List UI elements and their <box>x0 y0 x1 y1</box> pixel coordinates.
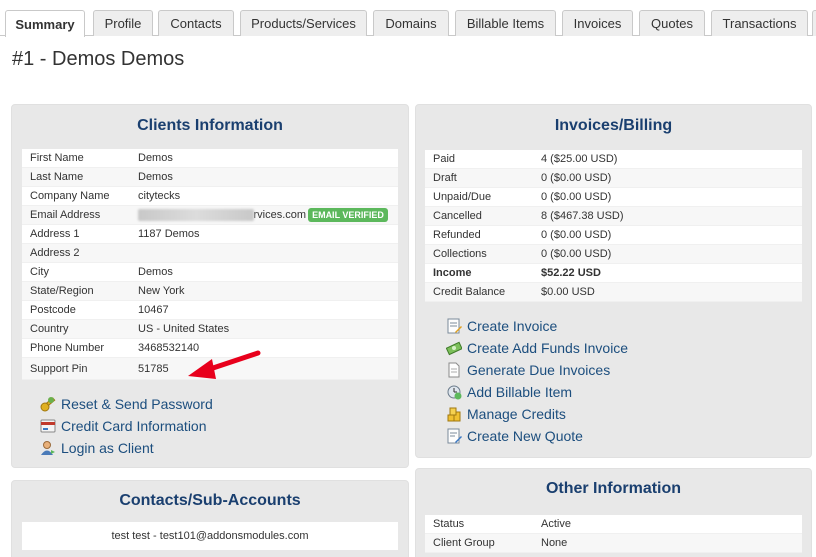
page-title: #1 - Demos Demos <box>12 48 185 70</box>
invoices-billing-table: Paid 4 ($25.00 USD) Draft 0 ($0.00 USD) Un… <box>425 150 802 302</box>
tab-contacts[interactable]: Contacts <box>158 10 234 36</box>
other-information-table: Status Active Client Group None <box>425 515 802 553</box>
table-row: State/Region New York <box>22 282 398 301</box>
tab-summary[interactable]: Summary <box>5 10 85 37</box>
other-information-title: Other Information <box>545 480 682 497</box>
tab-quotes[interactable]: Quotes <box>639 10 705 36</box>
table-row: Status Active <box>425 515 802 534</box>
create-add-funds-invoice-label: Create Add Funds Invoice <box>467 340 629 356</box>
email-verified-badge: EMAIL VERIFIED <box>308 208 388 222</box>
create-new-quote-label: Create New Quote <box>467 428 583 444</box>
coins-icon <box>446 406 462 422</box>
tab-transactions[interactable]: Transactions <box>711 10 808 36</box>
invoices-billing-panel: Invoices/Billing Paid 4 ($25.00 USD) Draf… <box>415 104 812 458</box>
create-invoice-link[interactable]: Create Invoice <box>446 315 628 337</box>
table-row: Cancelled 8 ($467.38 USD) <box>425 207 802 226</box>
tab-domains[interactable]: Domains <box>373 10 449 36</box>
generate-due-invoices-link[interactable]: Generate Due Invoices <box>446 359 628 381</box>
table-row: Last Name Demos <box>22 168 398 187</box>
red-arrow-icon <box>188 350 261 379</box>
table-row: Address 1 1187 Demos <box>22 225 398 244</box>
login-as-client-label: Login as Client <box>61 440 154 456</box>
table-row: Credit Balance $0.00 USD <box>425 283 802 302</box>
add-billable-item-link[interactable]: Add Billable Item <box>446 381 628 403</box>
table-row: Company Name citytecks <box>22 187 398 206</box>
create-invoice-label: Create Invoice <box>467 318 558 334</box>
tab-invoices[interactable]: Invoices <box>562 10 633 36</box>
table-row: Unpaid/Due 0 ($0.00 USD) <box>425 188 802 207</box>
table-row: Collections 0 ($0.00 USD) <box>425 245 802 264</box>
reset-send-password-link[interactable]: Reset & Send Password <box>40 393 213 415</box>
table-row: Country US - United States <box>22 320 398 339</box>
tab-overflow[interactable] <box>812 10 816 36</box>
add-billable-item-label: Add Billable Item <box>467 384 573 400</box>
table-row: Draft 0 ($0.00 USD) <box>425 169 802 188</box>
create-add-funds-invoice-link[interactable]: Create Add Funds Invoice <box>445 337 629 359</box>
tab-products-services[interactable]: Products/Services <box>240 10 367 36</box>
invoice-icon <box>446 318 462 334</box>
generate-due-invoices-label: Generate Due Invoices <box>467 362 611 378</box>
contact-item[interactable]: test test - test101@addonsmodules.com <box>22 522 398 550</box>
create-new-quote-link[interactable]: Create New Quote <box>446 425 628 447</box>
table-row: Address 2 <box>22 244 398 263</box>
client-actions: Reset & Send Password Credit Card Inform… <box>40 393 213 459</box>
table-row: City Demos <box>22 263 398 282</box>
contacts-panel: Contacts/Sub-Accounts test test - test10… <box>11 480 409 557</box>
clients-information-table: First Name Demos Last Name Demos Company N… <box>22 149 398 380</box>
table-row: First Name Demos <box>22 149 398 168</box>
document-icon <box>446 362 462 378</box>
user-login-icon <box>40 440 56 456</box>
clients-information-panel: Clients Information First Name Demos Last… <box>11 104 409 468</box>
credit-card-icon <box>40 418 56 434</box>
reset-send-password-label: Reset & Send Password <box>61 396 213 412</box>
money-icon <box>445 340 463 356</box>
billing-actions: Create Invoice Create Add Funds Invoice … <box>445 315 629 447</box>
invoices-billing-title: Invoices/Billing <box>554 117 673 134</box>
tab-bar: Summary Profile Contacts Products/Servic… <box>0 0 816 37</box>
email-domain: rvices.com <box>253 208 307 221</box>
contacts-title: Contacts/Sub-Accounts <box>119 492 301 509</box>
credit-card-information-link[interactable]: Credit Card Information <box>40 415 213 437</box>
manage-credits-link[interactable]: Manage Credits <box>446 403 628 425</box>
billable-item-icon <box>446 384 462 400</box>
table-row: Client Group None <box>425 534 802 553</box>
other-information-panel: Other Information Status Active Client Gr… <box>415 468 812 557</box>
quote-icon <box>446 428 462 444</box>
table-row: Refunded 0 ($0.00 USD) <box>425 226 802 245</box>
clients-information-title: Clients Information <box>137 117 283 134</box>
login-as-client-link[interactable]: Login as Client <box>40 437 213 459</box>
manage-credits-label: Manage Credits <box>467 406 566 422</box>
table-row: Postcode 10467 <box>22 301 398 320</box>
key-icon <box>40 396 56 412</box>
tab-billable-items[interactable]: Billable Items <box>455 10 556 36</box>
table-row: Income $52.22 USD <box>425 264 802 283</box>
redacted-email: xxxxxxxxxxxxxxxxxxxxx <box>138 208 254 221</box>
table-row: Email Address xxxxxxxxxxxxxxxxxxxxxrvice… <box>22 206 398 225</box>
table-row: Paid 4 ($25.00 USD) <box>425 150 802 169</box>
credit-card-information-label: Credit Card Information <box>61 418 207 434</box>
tab-profile[interactable]: Profile <box>93 10 153 36</box>
